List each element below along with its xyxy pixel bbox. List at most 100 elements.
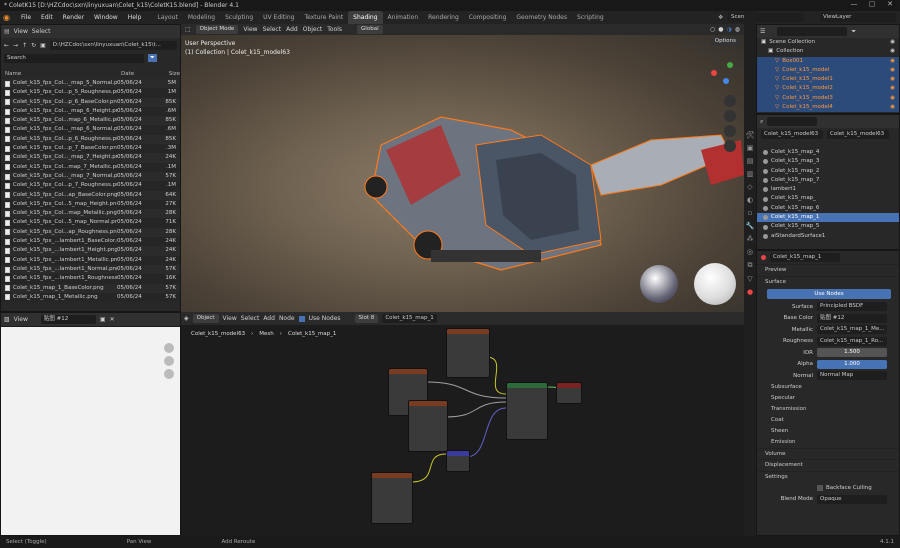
grid-view-icon[interactable] xyxy=(724,140,736,152)
visibility-icon[interactable]: ◉ xyxy=(890,57,899,66)
shader-input-value[interactable]: 1.000 xyxy=(817,359,887,369)
shader-subsection[interactable]: Emission xyxy=(757,437,899,448)
viewport-type-icon[interactable]: ⬚ xyxy=(185,26,191,33)
visibility-icon[interactable]: ◉ xyxy=(890,38,899,47)
principled-bsdf-node[interactable] xyxy=(506,382,548,440)
constraints-tab-icon[interactable]: ⧉ xyxy=(748,261,753,270)
object-mode-selector[interactable]: Object Mode xyxy=(195,25,239,34)
volume-section[interactable]: Volume xyxy=(757,447,899,460)
new-folder-icon[interactable]: ▣ xyxy=(40,42,46,49)
file-row[interactable]: Colet_k15_fpx_...lambert1_BaseColor.png 0… xyxy=(1,237,180,247)
file-row[interactable]: Colet_k15_fpx_Col..._map_7_Normal.png 05/… xyxy=(1,171,180,182)
image-texture-node-1[interactable] xyxy=(446,328,490,378)
shader-input-value[interactable]: Normal Map xyxy=(817,371,887,381)
outliner-filter-icon[interactable]: ⏷ xyxy=(851,28,856,36)
vp-menu-add[interactable]: Add xyxy=(286,26,298,33)
tab-geometry-nodes[interactable]: Geometry Nodes xyxy=(511,11,572,24)
view-layer-selector[interactable]: ViewLayer xyxy=(820,13,896,22)
shader-subsection[interactable]: Coat xyxy=(757,415,899,426)
file-row[interactable]: Colet_k15_fpx_Col...5_map_Height.png 05/0… xyxy=(1,199,180,210)
file-row[interactable]: Colet_k15_fpx_Col...ap_BaseColor.png 05/0… xyxy=(1,190,180,200)
col-name-header[interactable]: Name xyxy=(5,69,109,79)
tab-animation[interactable]: Animation xyxy=(383,11,424,24)
menu-help[interactable]: Help xyxy=(123,11,147,24)
mesh-name-field[interactable]: Colet_k15_model63 xyxy=(827,129,889,139)
file-row[interactable]: Colet_k15_fpx_Col..._map_6_Height.png 05/… xyxy=(1,106,180,117)
col-size-header[interactable]: Size xyxy=(158,69,180,79)
file-row[interactable]: Colet_k15_fpx_Col...5_map_Normal.png 05/0… xyxy=(1,218,180,228)
output-tab-icon[interactable]: ▤ xyxy=(747,157,754,165)
shader-subsection[interactable]: Subsurface xyxy=(757,382,899,393)
shader-subsection[interactable]: Transmission xyxy=(757,404,899,415)
file-row[interactable]: Colet_k15_fpx_Col...map_6_Metallic.png 05… xyxy=(1,116,180,126)
file-row[interactable]: Colet_k15_fpx_...lambert1_Roughness.png0… xyxy=(1,274,180,284)
menu-edit[interactable]: Edit xyxy=(36,11,58,24)
file-view-menu[interactable]: View xyxy=(14,28,28,35)
shader-subsection[interactable]: Specular xyxy=(757,393,899,404)
preview-section[interactable]: Preview xyxy=(757,264,899,276)
material-search-input[interactable] xyxy=(767,117,818,126)
material-name-field[interactable]: Colet_k15_map_1 xyxy=(770,253,840,262)
file-row[interactable]: Colet_k15_fpx_Col...p_5_Roughness.png 05/… xyxy=(1,88,180,98)
vp-menu-object[interactable]: Object xyxy=(303,26,323,33)
image-canvas[interactable] xyxy=(1,327,180,535)
file-row[interactable]: Colet_k15_fpx_Col...p_6_BaseColor.png 05/… xyxy=(1,97,180,107)
menu-window[interactable]: Window xyxy=(89,11,123,24)
refresh-icon[interactable]: ↻ xyxy=(31,42,36,49)
view-layer-tab-icon[interactable]: ▥ xyxy=(747,170,754,178)
col-date-header[interactable]: Date xyxy=(121,69,158,79)
maximize-icon[interactable]: ▢ xyxy=(862,0,882,11)
data-tab-icon[interactable]: ▽ xyxy=(747,275,752,283)
tab-rendering[interactable]: Rendering xyxy=(423,11,464,24)
navigation-gizmo[interactable] xyxy=(709,60,737,88)
file-row[interactable]: Colet_k15_fpx_...lambert1_Normal.png 05/0… xyxy=(1,264,180,275)
material-slot[interactable]: Colet_k15_map_7 xyxy=(757,176,899,185)
forward-icon[interactable]: → xyxy=(13,42,18,49)
material-output-node[interactable] xyxy=(556,382,582,404)
vp-menu-select[interactable]: Select xyxy=(263,26,282,33)
outliner-item[interactable]: ▽ Box001 ◉ xyxy=(757,56,899,66)
blender-logo-icon[interactable]: ◉ xyxy=(3,13,13,22)
image-editor-type-icon[interactable]: ▧ xyxy=(4,316,10,323)
image-selector[interactable]: 贴图 #12 xyxy=(40,315,96,324)
tab-texture-paint[interactable]: Texture Paint xyxy=(299,11,348,24)
shader-subsection[interactable]: Sheen xyxy=(757,426,899,437)
outliner-item[interactable]: ▽ Colet_k15_model3 ◉ xyxy=(757,93,899,104)
file-search-input[interactable]: Search xyxy=(4,53,144,63)
camera-view-icon[interactable] xyxy=(724,125,736,137)
menu-file[interactable]: File xyxy=(16,11,36,24)
viewport-3d[interactable]: User Perspective (1) Collection | Colet_… xyxy=(181,35,744,312)
hand-pan-icon[interactable] xyxy=(724,110,736,122)
image-close-icon[interactable]: ✕ xyxy=(110,316,115,323)
camera-icon[interactable] xyxy=(164,369,174,379)
material-slot[interactable]: Colet_k15_map_3 xyxy=(757,157,899,166)
surface-section[interactable]: Surface xyxy=(757,275,899,288)
parent-dir-icon[interactable]: ↑ xyxy=(22,42,27,49)
modifier-tab-icon[interactable]: 🔧 xyxy=(746,222,755,230)
path-field[interactable]: D:\HZCdoc\sxn\linyuxuan\Colet_k15\t... xyxy=(49,40,177,50)
backface-culling-checkbox[interactable] xyxy=(817,484,823,491)
tool-tab-icon[interactable]: 🛠 xyxy=(746,131,755,139)
shading-rendered-icon[interactable]: ◍ xyxy=(735,26,740,33)
displacement-section[interactable]: Displacement xyxy=(757,459,899,471)
back-icon[interactable]: ← xyxy=(4,42,9,49)
image-view-menu[interactable]: View xyxy=(14,316,28,323)
file-row[interactable]: Colet_k15_fpx_Col...map_7_Metallic.png 05… xyxy=(1,162,180,172)
file-row[interactable]: Colet_k15_map_1_Metallic.png 05/06/24 57K xyxy=(1,292,180,303)
image-new-icon[interactable]: ▣ xyxy=(100,316,106,323)
particles-tab-icon[interactable]: ⁂ xyxy=(747,235,754,243)
shading-solid-icon[interactable]: ● xyxy=(718,26,723,33)
material-tab-icon[interactable]: ● xyxy=(747,288,753,296)
tab-shading[interactable]: Shading xyxy=(348,11,383,24)
blend-mode-selector[interactable]: Opaque xyxy=(817,494,887,504)
tab-compositing[interactable]: Compositing xyxy=(464,11,512,24)
vp-menu-view[interactable]: View xyxy=(243,26,257,33)
material-slot[interactable]: Colet_k15_map_ xyxy=(757,194,899,203)
tab-uv-editing[interactable]: UV Editing xyxy=(258,11,299,24)
file-row[interactable]: Colet_k15_map_1_BaseColor.png 05/06/24 57K xyxy=(1,283,180,293)
node-editor[interactable]: ◈ Object View Select Add Node Use Nodes … xyxy=(181,312,744,536)
material-slot[interactable]: aiStandardSurface1 xyxy=(757,232,899,241)
menu-render[interactable]: Render xyxy=(58,11,89,24)
shader-input-value[interactable]: 1.500 xyxy=(817,348,887,358)
visibility-icon[interactable]: ◉ xyxy=(890,75,899,84)
